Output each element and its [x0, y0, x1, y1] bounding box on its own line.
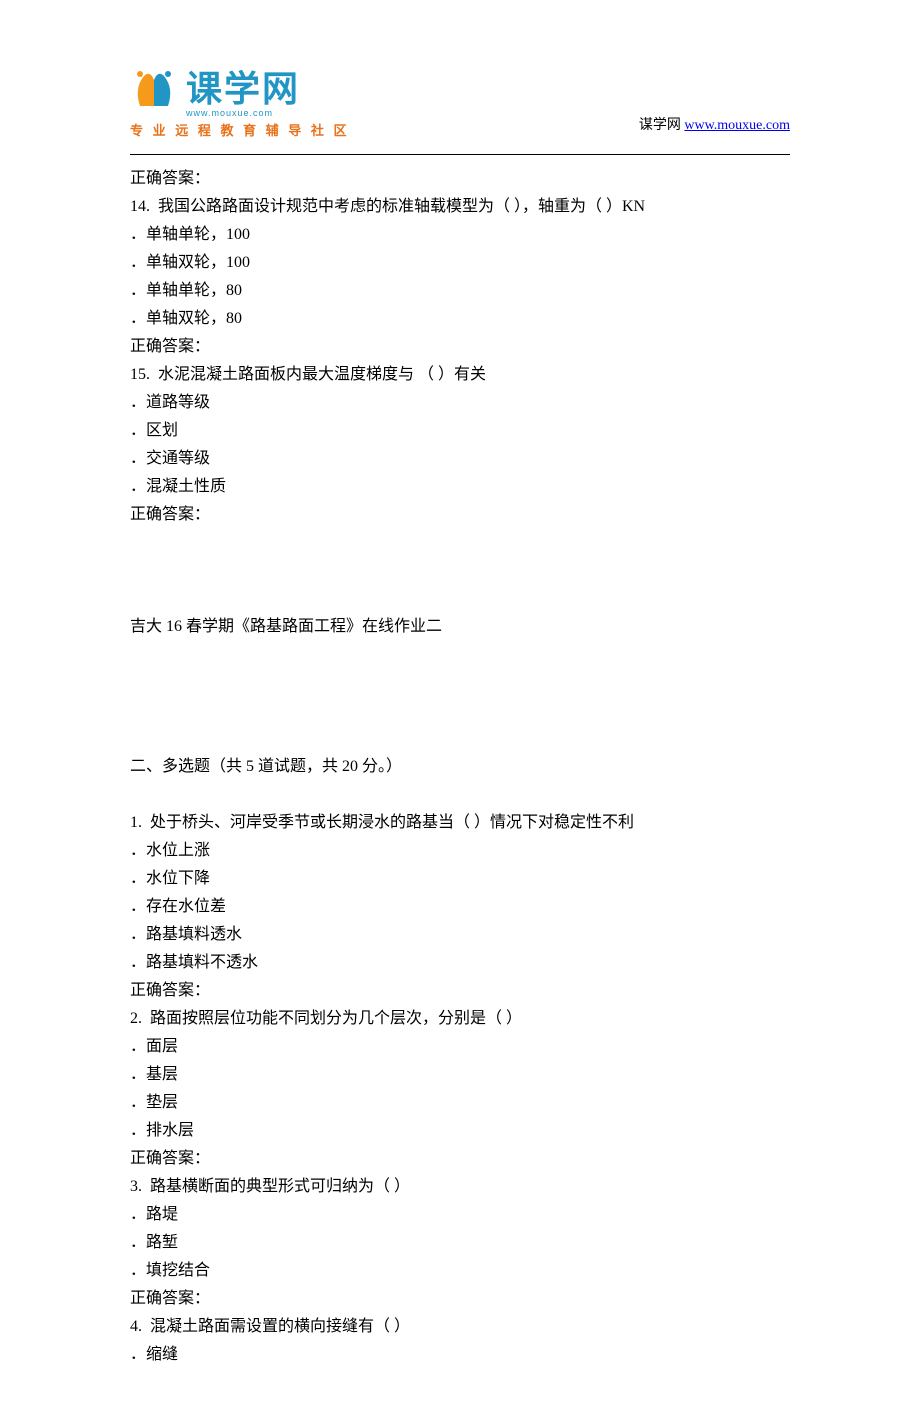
logo: 课学网 www.mouxue.com 专 业 远 程 教 育 辅 导 社 区: [130, 60, 350, 139]
question-15: 15. 水泥混凝土路面板内最大温度梯度与 （ ）有关: [130, 361, 790, 389]
q15-number: 15.: [130, 366, 150, 383]
mc-q1-number: 1.: [130, 814, 142, 831]
site-link[interactable]: www.mouxue.com: [684, 118, 790, 133]
mc-q3-text: 路基横断面的典型形式可归纳为（ ）: [150, 1178, 410, 1195]
logo-icon: [130, 68, 178, 110]
mc-q4-number: 4.: [130, 1318, 142, 1335]
answer-label: 正确答案：: [130, 1145, 790, 1173]
mc-q3-option-c: ．填挖结合: [130, 1257, 790, 1285]
header-source: 谋学网 www.mouxue.com: [639, 114, 790, 139]
mc-q4-text: 混凝土路面需设置的横向接缝有（ ）: [150, 1318, 410, 1335]
logo-main-text: 课学网 www.mouxue.com: [186, 60, 300, 118]
mc-q1-option-a: ．水位上涨: [130, 837, 790, 865]
mc-q1-option-b: ．水位下降: [130, 865, 790, 893]
mc-q1-option-d: ．路基填料透水: [130, 921, 790, 949]
answer-label: 正确答案：: [130, 165, 790, 193]
mc-q2-option-a: ．面层: [130, 1033, 790, 1061]
document-content: 正确答案： 14. 我国公路路面设计规范中考虑的标准轴载模型为（ ），轴重为（ …: [0, 160, 920, 1409]
q14-option-c: ．单轴单轮，80: [130, 277, 790, 305]
q15-option-b: ．区划: [130, 417, 790, 445]
mc-q3-option-a: ．路堤: [130, 1201, 790, 1229]
q15-option-a: ．道路等级: [130, 389, 790, 417]
mc-q1-option-e: ．路基填料不透水: [130, 949, 790, 977]
spacer: [130, 529, 790, 613]
mc-q3-option-b: ．路堑: [130, 1229, 790, 1257]
answer-label: 正确答案：: [130, 333, 790, 361]
section-title: 吉大 16 春学期《路基路面工程》在线作业二: [130, 613, 790, 641]
q14-text: 我国公路路面设计规范中考虑的标准轴载模型为（ ），轴重为（ ）KN: [158, 198, 645, 215]
mc-q2-option-d: ．排水层: [130, 1117, 790, 1145]
q14-option-b: ．单轴双轮，100: [130, 249, 790, 277]
mc-question-4: 4. 混凝土路面需设置的横向接缝有（ ）: [130, 1313, 790, 1341]
mc-q1-option-c: ．存在水位差: [130, 893, 790, 921]
mc-q3-number: 3.: [130, 1178, 142, 1195]
q15-option-c: ．交通等级: [130, 445, 790, 473]
q14-option-d: ．单轴双轮，80: [130, 305, 790, 333]
logo-top: 课学网 www.mouxue.com: [130, 60, 300, 118]
mc-q2-text: 路面按照层位功能不同划分为几个层次，分别是（ ）: [150, 1010, 522, 1027]
q15-text: 水泥混凝土路面板内最大温度梯度与 （ ）有关: [158, 366, 486, 383]
mc-q4-option-a: ．缩缝: [130, 1341, 790, 1369]
answer-label: 正确答案：: [130, 1285, 790, 1313]
q15-option-d: ．混凝土性质: [130, 473, 790, 501]
logo-subtitle: 专 业 远 程 教 育 辅 导 社 区: [130, 120, 350, 139]
page-header: 课学网 www.mouxue.com 专 业 远 程 教 育 辅 导 社 区 谋…: [0, 0, 920, 149]
mc-q1-text: 处于桥头、河岸受季节或长期浸水的路基当（ ）情况下对稳定性不利: [150, 814, 634, 831]
spacer: [130, 781, 790, 809]
mc-question-2: 2. 路面按照层位功能不同划分为几个层次，分别是（ ）: [130, 1005, 790, 1033]
answer-label: 正确答案：: [130, 501, 790, 529]
question-14: 14. 我国公路路面设计规范中考虑的标准轴载模型为（ ），轴重为（ ）KN: [130, 193, 790, 221]
q14-option-a: ．单轴单轮，100: [130, 221, 790, 249]
header-divider: [130, 154, 790, 155]
spacer: [130, 641, 790, 725]
mc-q2-number: 2.: [130, 1010, 142, 1027]
q14-number: 14.: [130, 198, 150, 215]
site-name: 谋学网: [639, 118, 681, 133]
mc-question-1: 1. 处于桥头、河岸受季节或长期浸水的路基当（ ）情况下对稳定性不利: [130, 809, 790, 837]
spacer: [130, 725, 790, 753]
mc-question-3: 3. 路基横断面的典型形式可归纳为（ ）: [130, 1173, 790, 1201]
answer-label: 正确答案：: [130, 977, 790, 1005]
mc-q2-option-c: ．垫层: [130, 1089, 790, 1117]
mc-header: 二、多选题（共 5 道试题，共 20 分。）: [130, 753, 790, 781]
mc-q2-option-b: ．基层: [130, 1061, 790, 1089]
logo-title: 课学网: [186, 60, 300, 112]
